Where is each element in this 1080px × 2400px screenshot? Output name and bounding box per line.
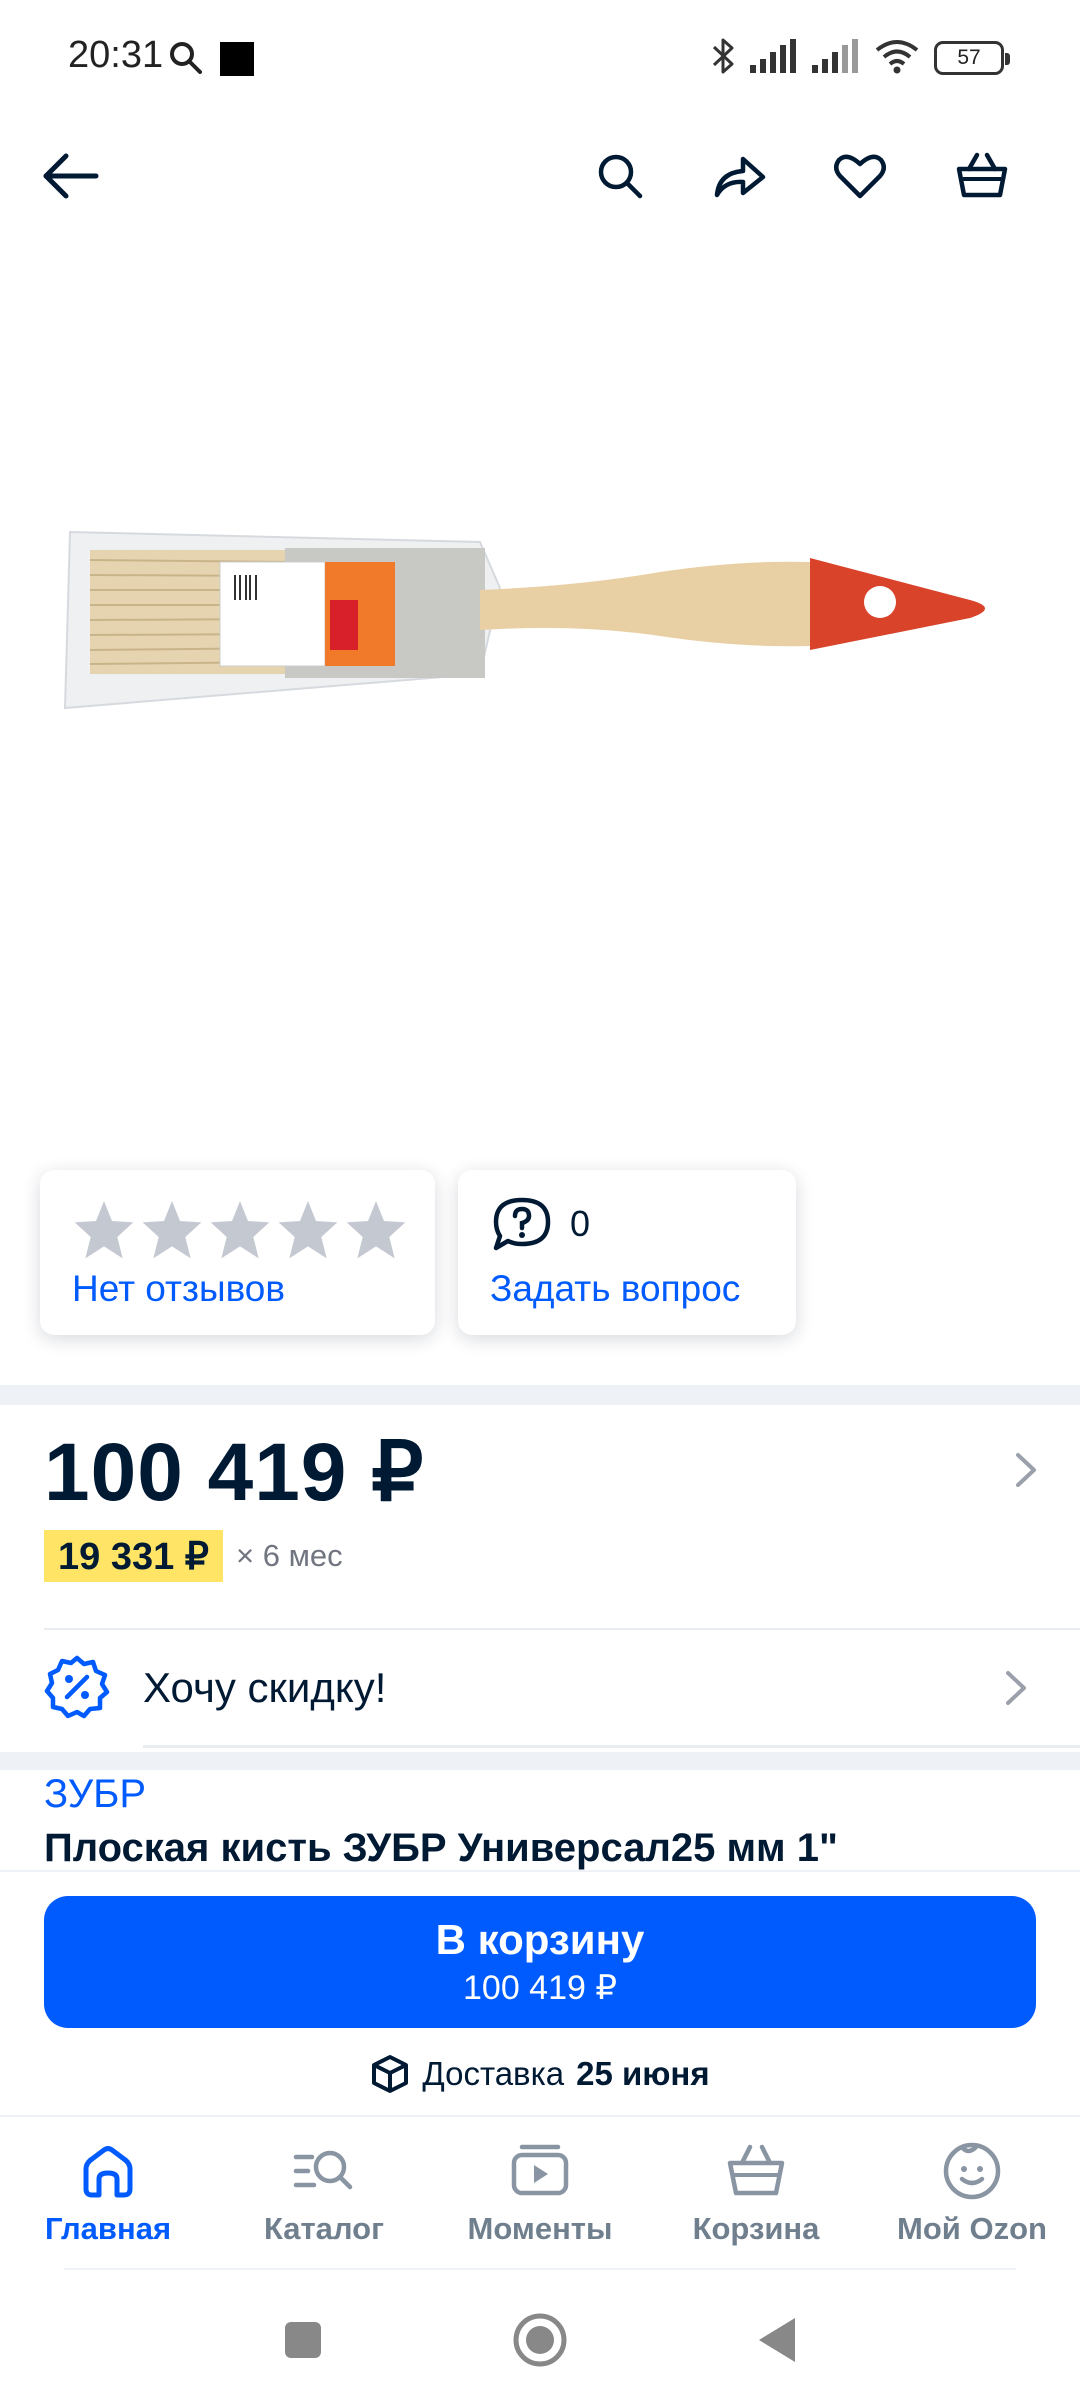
tab-label: Моменты	[467, 2211, 613, 2246]
notification-square-icon	[220, 42, 254, 76]
tab-catalog[interactable]: Каталог	[216, 2117, 432, 2277]
favorite-button[interactable]	[820, 136, 900, 216]
questions-row: 0	[490, 1196, 590, 1252]
product-image[interactable]	[60, 450, 1020, 740]
recent-apps-button[interactable]	[268, 2305, 338, 2375]
chevron-right-icon[interactable]	[1006, 1450, 1046, 1490]
tab-label: Главная	[44, 2211, 172, 2246]
product-price: 100 419 ₽	[44, 1427, 425, 1518]
tab-my-ozon[interactable]: Мой Ozon	[864, 2117, 1080, 2277]
tab-home[interactable]: Главная	[0, 2117, 216, 2277]
divider	[143, 1745, 1080, 1748]
share-button[interactable]	[700, 136, 780, 216]
section-separator	[0, 1385, 1080, 1405]
star-icon	[74, 1201, 134, 1259]
basket-icon	[724, 2139, 788, 2203]
star-icon	[346, 1201, 406, 1259]
add-to-cart-panel: В корзину 100 419 ₽ Доставка 25 июня	[0, 1870, 1080, 2115]
installment-term: × 6 мес	[236, 1538, 343, 1573]
tab-label: Корзина	[692, 2211, 820, 2246]
box-icon	[372, 2055, 409, 2093]
status-bar: 20:31 57	[0, 0, 1080, 110]
back-button[interactable]	[30, 136, 110, 216]
divider	[64, 2268, 1016, 2270]
chevron-right-icon[interactable]	[996, 1668, 1036, 1708]
section-separator	[0, 1752, 1080, 1770]
delivery-info: Доставка 25 июня	[0, 2054, 1080, 2094]
delivery-date: 25 июня	[576, 2055, 710, 2092]
wifi-icon	[874, 38, 920, 78]
heart-icon	[834, 154, 886, 199]
tab-basket[interactable]: Корзина	[648, 2117, 864, 2277]
home-icon	[76, 2139, 140, 2203]
add-to-cart-price: 100 419 ₽	[463, 1969, 617, 2007]
tab-label: Каталог	[263, 2211, 385, 2246]
add-to-cart-label: В корзину	[435, 1916, 645, 1963]
bluetooth-icon	[710, 36, 736, 80]
cart-header-button[interactable]	[942, 136, 1022, 216]
home-system-button[interactable]	[505, 2305, 575, 2375]
brand-link[interactable]: ЗУБР	[44, 1772, 146, 1817]
star-icon	[210, 1201, 270, 1259]
questions-card[interactable]: 0 Задать вопрос	[458, 1170, 796, 1335]
ask-question-link[interactable]: Задать вопрос	[490, 1268, 740, 1310]
discount-icon	[44, 1654, 110, 1724]
product-title: Плоская кисть ЗУБР Универсал25 мм 1"	[44, 1826, 838, 1870]
basket-icon	[956, 152, 1008, 198]
discount-label: Хочу скидку!	[143, 1664, 387, 1711]
star-icon	[278, 1201, 338, 1259]
system-navigation	[0, 2275, 1080, 2400]
rating-card[interactable]: Нет отзывов	[40, 1170, 435, 1335]
tab-label: Мой Ozon	[897, 2211, 1047, 2246]
paint-brush-image	[63, 530, 985, 710]
top-navigation	[0, 110, 1080, 240]
arrow-left-icon	[43, 153, 99, 199]
no-reviews-link[interactable]: Нет отзывов	[72, 1268, 285, 1310]
triangle-back-icon	[759, 2318, 795, 2362]
moments-icon	[508, 2139, 572, 2203]
square-icon	[285, 2322, 321, 2358]
tab-moments[interactable]: Моменты	[432, 2117, 648, 2277]
status-time: 20:31	[68, 34, 164, 76]
add-to-cart-button[interactable]: В корзину 100 419 ₽	[44, 1896, 1036, 2028]
delivery-prefix: Доставка	[422, 2055, 565, 2092]
questions-count: 0	[570, 1203, 591, 1244]
question-bubble-icon	[493, 1197, 551, 1251]
status-icons: 57	[710, 36, 1010, 80]
search-notification-icon	[168, 40, 204, 76]
rating-stars	[72, 1198, 408, 1260]
catalog-icon	[292, 2139, 356, 2203]
back-system-button[interactable]	[742, 2305, 812, 2375]
search-icon	[598, 154, 643, 199]
installment-amount: 19 331 ₽	[44, 1530, 223, 1582]
bottom-navigation: Главная Каталог Моменты Корзина Мой Ozon	[0, 2115, 1080, 2275]
profile-icon	[940, 2139, 1004, 2203]
divider	[44, 1628, 1080, 1630]
star-icon	[142, 1201, 202, 1259]
search-button[interactable]	[580, 136, 660, 216]
signal-icon-2	[812, 39, 860, 77]
share-icon	[714, 156, 766, 198]
circle-icon	[513, 2313, 567, 2367]
signal-icon-1	[750, 39, 798, 77]
battery-indicator: 57	[934, 41, 1010, 75]
